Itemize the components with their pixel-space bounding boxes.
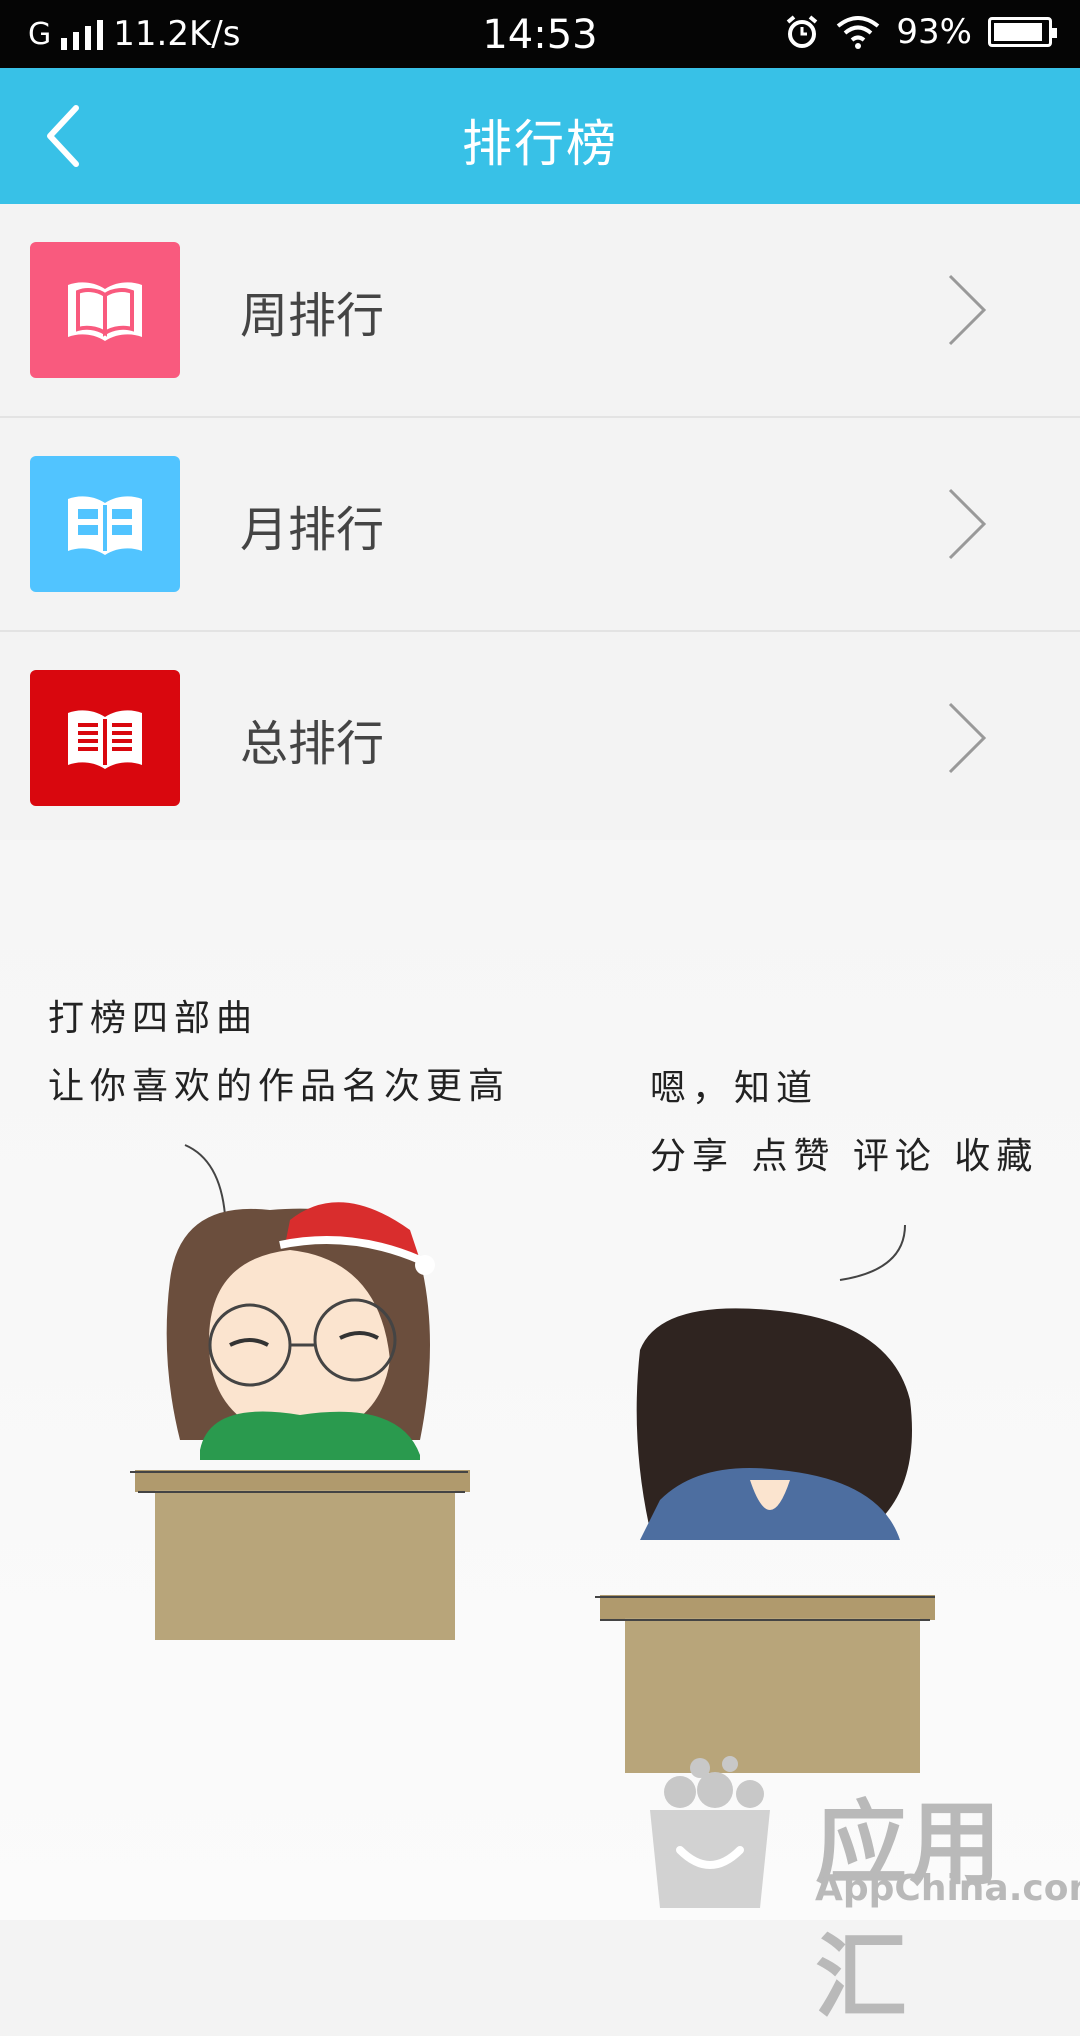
battery-icon: [988, 17, 1057, 47]
ranking-item-weekly[interactable]: 周排行: [0, 204, 1080, 418]
girl-character: [130, 1202, 470, 1640]
ranking-label: 月排行: [240, 502, 385, 558]
ranking-label: 周排行: [240, 288, 385, 344]
ranking-item-monthly[interactable]: 月排行: [0, 418, 1080, 632]
open-book-icon: [30, 456, 180, 592]
open-book-icon: [30, 242, 180, 378]
app-bar: 排行榜: [0, 68, 1080, 204]
shopping-bag-icon: [650, 1756, 770, 1908]
battery-percent: 93%: [896, 12, 972, 52]
chevron-right-icon: [948, 274, 987, 346]
ranking-item-overall[interactable]: 总排行: [0, 632, 1080, 846]
alarm-icon: [787, 15, 818, 48]
status-bar: G 11.2K/s 14:53 93%: [0, 0, 1080, 68]
wifi-icon: [837, 16, 880, 49]
ranking-label: 总排行: [240, 716, 385, 772]
boy-character: [595, 1308, 935, 1773]
chevron-right-icon: [948, 488, 987, 560]
page-title: 排行榜: [462, 115, 618, 173]
ranking-list: 周排行 月排行 总排行: [0, 204, 1080, 846]
watermark-domain: AppChina.com: [815, 1868, 1080, 1909]
chevron-right-icon: [948, 702, 987, 774]
appchina-watermark: 应用汇 AppChina.com: [640, 1740, 1080, 2031]
open-book-icon: [30, 670, 180, 806]
